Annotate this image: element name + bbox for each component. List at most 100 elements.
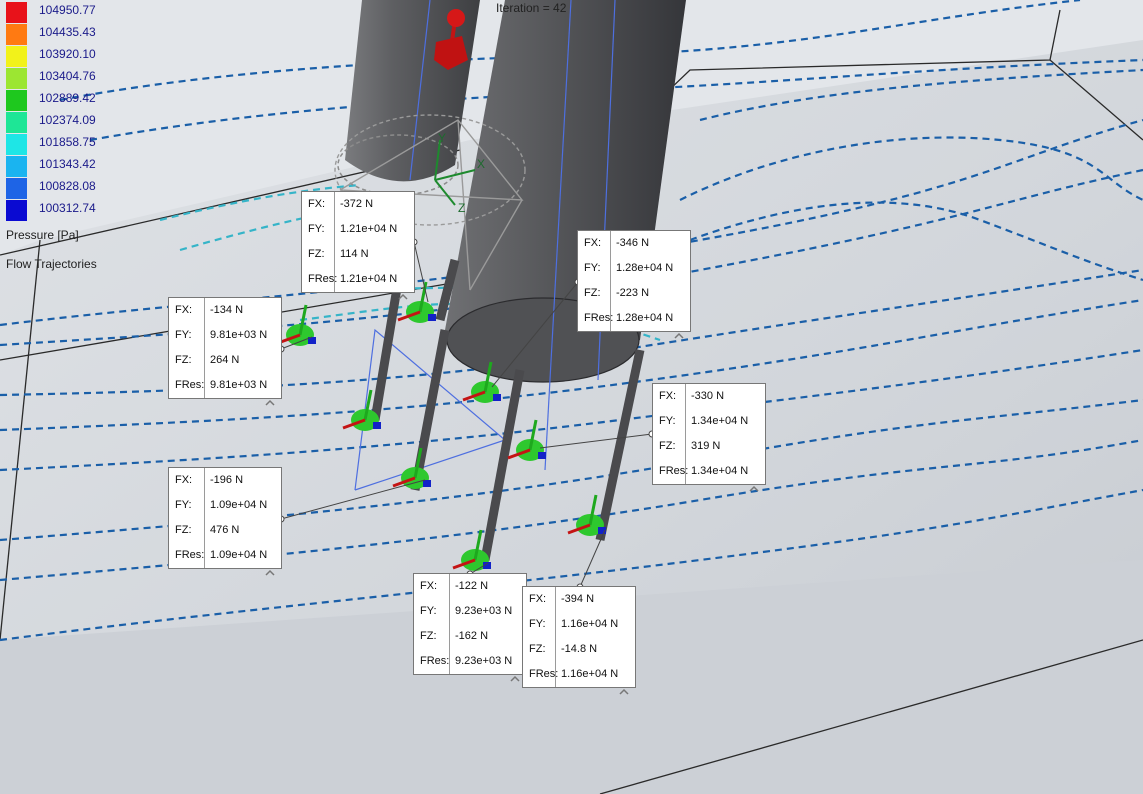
callout-value: -134 N — [210, 304, 244, 316]
legend-swatch — [6, 178, 27, 199]
legend-value: 101858.75 — [39, 135, 96, 149]
legend-swatch — [6, 112, 27, 133]
flow-trajectories-title: Flow Trajectories — [6, 257, 97, 271]
pressure-legend: 104950.77 104435.43 103920.10 103404.76 1028… — [0, 0, 110, 280]
force-callout[interactable]: FX: -346 N FY: 1.28e+04 N FZ: -223 N FRes: 1.28… — [577, 230, 691, 332]
legend-value: 100828.08 — [39, 179, 96, 193]
callout-value: -394 N — [561, 593, 595, 605]
callout-row-fz: FZ: -14.8 N — [523, 637, 635, 662]
callout-value: -122 N — [455, 580, 489, 592]
callout-key: FRes: — [308, 273, 338, 285]
legend-swatch — [6, 134, 27, 155]
callout-row-fx: FX: -346 N — [578, 231, 690, 256]
callout-row-fres: FRes: 9.23e+03 N — [414, 649, 526, 674]
callout-row-fx: FX: -394 N — [523, 587, 635, 612]
legend-swatch — [6, 24, 27, 45]
callout-key: FRes: — [659, 465, 689, 477]
callout-value: 476 N — [210, 524, 240, 536]
callout-value: 1.09e+04 N — [210, 549, 268, 561]
callout-key: FY: — [308, 223, 325, 235]
graphics-viewport[interactable]: Y X Z 104950.77 104435.43 103920.10 103404.… — [0, 0, 1143, 794]
callout-value: 1.34e+04 N — [691, 415, 749, 427]
legend-value: 103920.10 — [39, 47, 96, 61]
callout-value: 1.09e+04 N — [210, 499, 268, 511]
force-callout[interactable]: FX: -372 N FY: 1.21e+04 N FZ: 114 N FRes: 1.21e… — [301, 191, 415, 293]
callout-row-fy: FY: 1.34e+04 N — [653, 409, 765, 434]
legend-value: 104435.43 — [39, 25, 96, 39]
callout-row-fx: FX: -330 N — [653, 384, 765, 409]
callout-key: FY: — [175, 499, 192, 511]
legend-title: Pressure [Pa] — [6, 228, 79, 242]
force-callout[interactable]: FX: -134 N FY: 9.81e+03 N FZ: 264 N FRes: 9.81e… — [168, 297, 282, 399]
callout-value: 1.28e+04 N — [616, 262, 674, 274]
callout-key: FZ: — [175, 524, 192, 536]
callout-row-fres: FRes: 1.28e+04 N — [578, 306, 690, 331]
legend-swatch — [6, 200, 27, 221]
callout-value: -223 N — [616, 287, 650, 299]
callout-key: FRes: — [175, 549, 205, 561]
callout-key: FZ: — [420, 630, 437, 642]
callout-key: FY: — [584, 262, 601, 274]
callout-value: -14.8 N — [561, 643, 598, 655]
callout-value: 1.16e+04 N — [561, 618, 619, 630]
callout-value: 1.16e+04 N — [561, 668, 619, 680]
callout-row-fres: FRes: 9.81e+03 N — [169, 373, 281, 398]
callout-value: -162 N — [455, 630, 489, 642]
legend-swatch — [6, 156, 27, 177]
callout-value: -330 N — [691, 390, 725, 402]
force-callout[interactable]: FX: -330 N FY: 1.34e+04 N FZ: 319 N FRes: 1.34e… — [652, 383, 766, 485]
callout-row-fy: FY: 9.81e+03 N — [169, 323, 281, 348]
callout-value: 1.28e+04 N — [616, 312, 674, 324]
callout-value: -196 N — [210, 474, 244, 486]
legend-value: 103404.76 — [39, 69, 96, 83]
callout-row-fres: FRes: 1.34e+04 N — [653, 459, 765, 484]
callout-key: FX: — [584, 237, 602, 249]
callout-key: FX: — [420, 580, 438, 592]
callout-row-fres: FRes: 1.09e+04 N — [169, 543, 281, 568]
callout-value: -372 N — [340, 198, 374, 210]
callout-row-fy: FY: 1.16e+04 N — [523, 612, 635, 637]
callout-key: FZ: — [529, 643, 546, 655]
callout-key: FY: — [529, 618, 546, 630]
callout-row-fy: FY: 1.09e+04 N — [169, 493, 281, 518]
callout-value: 9.23e+03 N — [455, 655, 513, 667]
callout-value: 114 N — [340, 248, 369, 260]
callout-key: FX: — [175, 304, 193, 316]
legend-value: 100312.74 — [39, 201, 96, 215]
callout-value: 9.23e+03 N — [455, 605, 513, 617]
legend-swatch — [6, 68, 27, 89]
legend-value: 102889.42 — [39, 91, 96, 105]
callout-row-fz: FZ: 319 N — [653, 434, 765, 459]
callout-value: 1.21e+04 N — [340, 223, 398, 235]
legend-swatch — [6, 90, 27, 111]
callout-row-fz: FZ: 476 N — [169, 518, 281, 543]
callout-row-fy: FY: 1.21e+04 N — [302, 217, 414, 242]
callout-key: FZ: — [175, 354, 192, 366]
callout-row-fz: FZ: 264 N — [169, 348, 281, 373]
legend-value: 101343.42 — [39, 157, 96, 171]
force-callout[interactable]: FX: -196 N FY: 1.09e+04 N FZ: 476 N FRes: 1.09e… — [168, 467, 282, 569]
callout-row-fx: FX: -134 N — [169, 298, 281, 323]
callout-value: 9.81e+03 N — [210, 379, 268, 391]
callout-key: FRes: — [420, 655, 450, 667]
triad-y-label: Y — [438, 131, 446, 145]
callout-key: FY: — [420, 605, 437, 617]
callout-row-fz: FZ: -223 N — [578, 281, 690, 306]
callout-key: FX: — [175, 474, 193, 486]
callout-row-fx: FX: -196 N — [169, 468, 281, 493]
callout-key: FRes: — [529, 668, 559, 680]
callout-value: 264 N — [210, 354, 240, 366]
callout-key: FX: — [529, 593, 547, 605]
callout-key: FRes: — [584, 312, 614, 324]
legend-value: 102374.09 — [39, 113, 96, 127]
callout-value: 1.34e+04 N — [691, 465, 749, 477]
callout-value: 9.81e+03 N — [210, 329, 268, 341]
callout-row-fy: FY: 1.28e+04 N — [578, 256, 690, 281]
force-callout[interactable]: FX: -122 N FY: 9.23e+03 N FZ: -162 N FRes: 9.23… — [413, 573, 527, 675]
callout-row-fx: FX: -372 N — [302, 192, 414, 217]
callout-key: FX: — [659, 390, 677, 402]
force-callout[interactable]: FX: -394 N FY: 1.16e+04 N FZ: -14.8 N FRes: 1.1… — [522, 586, 636, 688]
legend-swatch — [6, 46, 27, 67]
cylinder-left[interactable] — [337, 0, 480, 196]
callout-value: 1.21e+04 N — [340, 273, 398, 285]
